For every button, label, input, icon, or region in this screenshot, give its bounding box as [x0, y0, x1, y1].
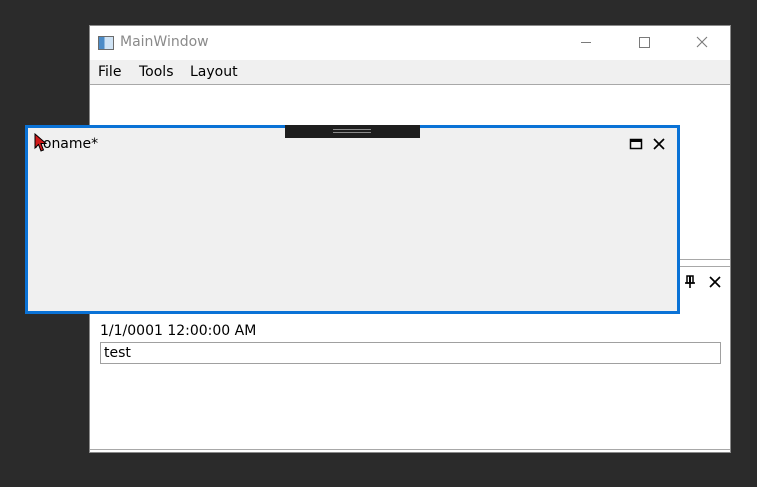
menu-file[interactable]: File: [98, 64, 121, 80]
maximize-button[interactable]: [621, 26, 667, 58]
close-button[interactable]: [679, 26, 725, 58]
grip-line: [333, 132, 371, 133]
menu-bar: File Tools Layout: [90, 60, 730, 85]
drag-handle[interactable]: [285, 125, 420, 138]
text-input[interactable]: [100, 342, 721, 364]
app-icon: [98, 36, 114, 50]
close-icon: [709, 276, 721, 288]
float-maximize-button[interactable]: [629, 137, 643, 151]
minimize-icon: [581, 41, 591, 43]
dock-close-button[interactable]: [708, 275, 722, 289]
floating-document-window[interactable]: noname*: [25, 125, 680, 314]
close-icon: [653, 138, 665, 150]
window-title: MainWindow: [120, 34, 209, 50]
minimize-button[interactable]: [563, 26, 609, 58]
window-bottom-border: [90, 449, 730, 450]
mouse-cursor-icon: [34, 133, 48, 152]
dock-pin-button[interactable]: [683, 275, 697, 289]
close-icon: [696, 36, 708, 48]
menu-tools[interactable]: Tools: [139, 64, 174, 80]
pin-icon: [685, 275, 695, 288]
title-bar[interactable]: MainWindow: [90, 26, 730, 60]
date-value: 1/1/0001 12:00:00 AM: [100, 323, 257, 339]
float-close-button[interactable]: [652, 137, 666, 151]
maximize-icon: [638, 36, 650, 48]
menu-layout[interactable]: Layout: [190, 64, 238, 80]
grip-line: [333, 129, 371, 130]
maximize-icon: [629, 138, 643, 150]
